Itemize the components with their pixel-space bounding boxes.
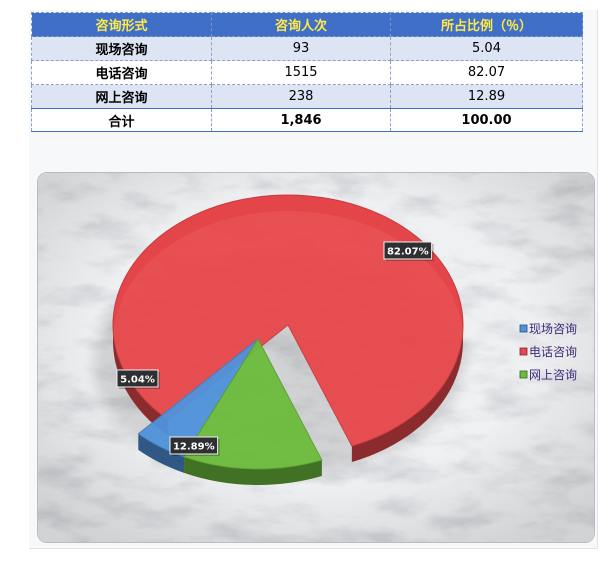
pie-chart-area: 5.04% 82.07% 12.89% 现场咨询电话咨询网上咨询 [37,172,595,543]
data-label-text: 12.89% [173,442,215,453]
legend-swatch [519,347,528,356]
data-label-text: 82.07% [387,247,429,258]
table-header-row: 咨询形式 咨询人次 所占比例（％） [31,12,583,37]
table-row: 电话咨询 1515 82.07 [31,60,583,85]
row-count: 93 [211,36,391,61]
table-total-row: 合计 1,846 100.00 [31,108,583,132]
row-percent: 82.07 [390,60,583,85]
legend-item-0: 现场咨询 [519,321,577,336]
header-count: 咨询人次 [211,12,391,37]
legend-label: 电话咨询 [529,344,577,359]
data-label-1: 82.07% [383,241,434,261]
row-form: 现场咨询 [31,36,212,61]
legend-label: 网上咨询 [529,367,577,382]
row-form: 电话咨询 [31,60,212,85]
data-label-0: 5.04% [116,369,160,389]
legend: 现场咨询电话咨询网上咨询 [519,321,577,382]
legend-swatch [519,370,528,379]
legend-label: 现场咨询 [529,321,577,336]
header-form: 咨询形式 [31,12,212,37]
row-percent: 12.89 [390,84,583,109]
total-count: 1,846 [211,108,391,132]
row-form: 网上咨询 [31,84,212,109]
legend-item-1: 电话咨询 [519,344,577,359]
pie-chart: 5.04% 82.07% 12.89% 现场咨询电话咨询网上咨询 [38,173,594,542]
table-row: 网上咨询 238 12.89 [31,84,583,109]
total-percent: 100.00 [390,108,583,132]
row-percent: 5.04 [390,36,583,61]
table-row: 现场咨询 93 5.04 [31,36,583,61]
row-count: 1515 [211,60,391,85]
header-percent: 所占比例（％） [390,12,583,37]
data-label-text: 5.04% [120,375,155,386]
data-label-2: 12.89% [169,436,220,456]
total-label: 合计 [31,108,212,132]
row-count: 238 [211,84,391,109]
consultation-table: 咨询形式 咨询人次 所占比例（％） 现场咨询 93 5.04 电话咨询 1515… [31,12,583,132]
legend-swatch [519,324,528,333]
legend-item-2: 网上咨询 [519,367,577,382]
